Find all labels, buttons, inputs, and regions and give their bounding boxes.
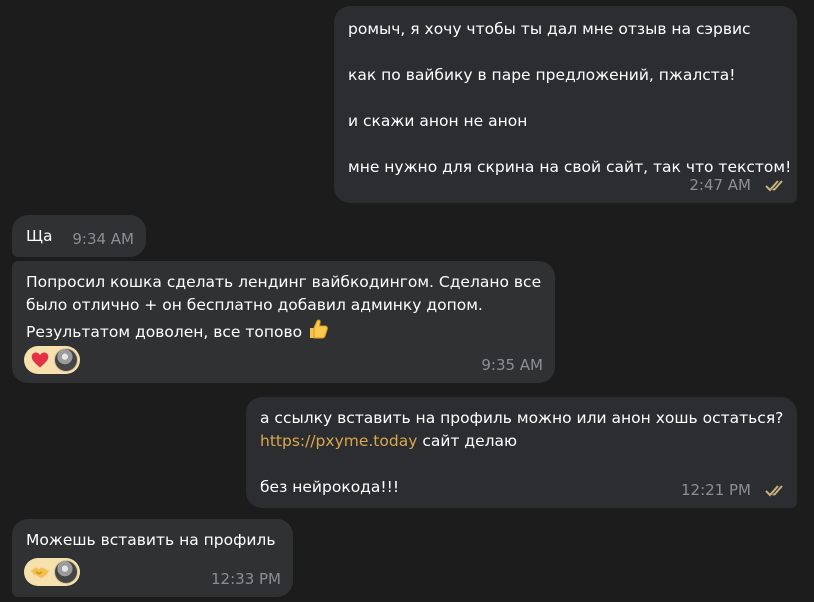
avatar <box>54 560 78 584</box>
reaction-chip[interactable] <box>24 558 80 586</box>
message-text: Ща <box>26 227 53 245</box>
message-line-gap <box>348 41 783 64</box>
double-check-icon <box>765 179 783 191</box>
message-meta: 9:35 AM <box>481 354 543 377</box>
message-time: 12:33 PM <box>211 570 281 588</box>
heart-icon <box>29 349 51 371</box>
message-line: ромыч, я хочу чтобы ты дал мне отзыв на … <box>348 20 751 38</box>
message-line-gap <box>260 453 783 476</box>
message-line-rest: сайт делаю <box>417 432 518 450</box>
message-line: Попросил кошка сделать лендинг вайбкодин… <box>26 273 542 291</box>
double-check-icon <box>765 484 783 496</box>
message-time: 12:21 PM <box>681 481 751 499</box>
message-outgoing[interactable]: а ссылку вставить на профиль можно или а… <box>246 397 797 508</box>
message-incoming[interactable]: Можешь вставить на профиль 12:33 PM <box>12 519 293 597</box>
reaction-chip[interactable] <box>24 346 80 374</box>
message-line: https://pxyme.today сайт делаю <box>260 430 783 453</box>
message-line: как по вайбику в паре предложений, пжалс… <box>348 66 736 84</box>
message-time: 2:47 AM <box>689 176 751 194</box>
message-text: Можешь вставить на профиль <box>26 531 276 549</box>
message-time: 9:34 AM <box>72 230 134 248</box>
message-line-gap <box>348 133 783 156</box>
message-line: а ссылку вставить на профиль можно или а… <box>260 409 784 427</box>
message-line: было отлично + он бесплатно добавил адми… <box>26 296 483 314</box>
message-incoming[interactable]: Попросил кошка сделать лендинг вайбкодин… <box>12 261 555 383</box>
handshake-icon <box>29 561 51 583</box>
message-outgoing[interactable]: ромыч, я хочу чтобы ты дал мне отзыв на … <box>334 6 797 203</box>
message-meta: 2:47 AM <box>689 174 789 197</box>
message-line-gap <box>348 87 783 110</box>
chat-view: ромыч, я хочу чтобы ты дал мне отзыв на … <box>0 0 814 602</box>
message-meta: 12:21 PM <box>681 479 789 502</box>
message-meta: 12:33 PM <box>211 568 281 591</box>
message-line: Результатом доволен, все топово <box>26 323 303 341</box>
thumbs-up-icon <box>310 319 329 339</box>
message-time: 9:35 AM <box>481 356 543 374</box>
message-incoming[interactable]: Ща 9:34 AM <box>12 215 146 257</box>
message-line-wrap: Результатом доволен, все топово <box>26 317 541 344</box>
message-link[interactable]: https://pxyme.today <box>260 432 417 450</box>
avatar <box>54 348 78 372</box>
message-line: и скажи анон не анон <box>348 112 528 130</box>
message-meta: 9:34 AM <box>72 228 134 251</box>
